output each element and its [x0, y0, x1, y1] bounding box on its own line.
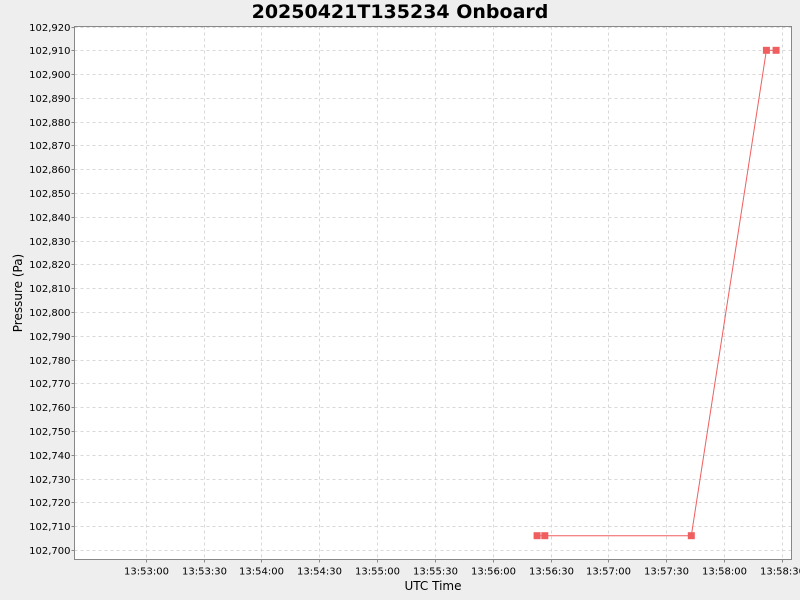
x-tick-label: 13:55:00 [355, 567, 400, 578]
data-point-marker [687, 532, 695, 540]
x-tick-label: 13:58:30 [760, 567, 800, 578]
plot-area [74, 26, 792, 560]
chart-title: 20250421T135234 Onboard [252, 1, 549, 23]
y-tick-label: 102,830 [29, 237, 70, 248]
y-tick-label: 102,860 [29, 165, 70, 176]
x-tick-label: 13:55:30 [413, 567, 458, 578]
y-tick-label: 102,710 [29, 522, 70, 533]
y-tick-label: 102,870 [29, 141, 70, 152]
x-tick-label: 13:54:30 [297, 567, 342, 578]
x-tick-label: 13:57:30 [644, 567, 689, 578]
x-tick-label: 13:56:30 [529, 567, 574, 578]
y-tick-label: 102,750 [29, 427, 70, 438]
x-tick-label: 13:54:00 [239, 567, 284, 578]
y-tick-label: 102,840 [29, 213, 70, 224]
y-tick-label: 102,880 [29, 118, 70, 129]
y-tick-label: 102,720 [29, 498, 70, 509]
y-tick-label: 102,770 [29, 379, 70, 390]
x-tick-label: 13:53:30 [182, 567, 227, 578]
y-axis-label: Pressure (Pa) [11, 254, 25, 332]
y-tick-label: 102,730 [29, 475, 70, 486]
y-tick-label: 102,890 [29, 94, 70, 105]
x-tick-label: 13:53:00 [124, 567, 169, 578]
y-tick-label: 102,700 [29, 546, 70, 557]
x-tick-label: 13:58:00 [702, 567, 747, 578]
y-tick-label: 102,740 [29, 451, 70, 462]
data-point-marker [762, 46, 770, 54]
data-point-marker [772, 46, 780, 54]
y-tick-label: 102,850 [29, 189, 70, 200]
data-point-marker [533, 532, 541, 540]
pressure-chart: 20250421T135234 Onboard 102,700 102,710 10… [11, 1, 800, 593]
y-tick-label: 102,810 [29, 284, 70, 295]
y-tick-label: 102,920 [29, 23, 70, 34]
y-tick-label: 102,900 [29, 70, 70, 81]
x-axis-label: UTC Time [405, 579, 462, 593]
y-tick-label: 102,790 [29, 332, 70, 343]
y-tick-label: 102,800 [29, 308, 70, 319]
y-tick-label: 102,820 [29, 260, 70, 271]
y-tick-label: 102,780 [29, 356, 70, 367]
x-tick-label: 13:56:00 [471, 567, 516, 578]
y-tick-label: 102,910 [29, 46, 70, 57]
y-tick-label: 102,760 [29, 403, 70, 414]
x-tick-label: 13:57:00 [586, 567, 631, 578]
data-point-marker [541, 532, 549, 540]
